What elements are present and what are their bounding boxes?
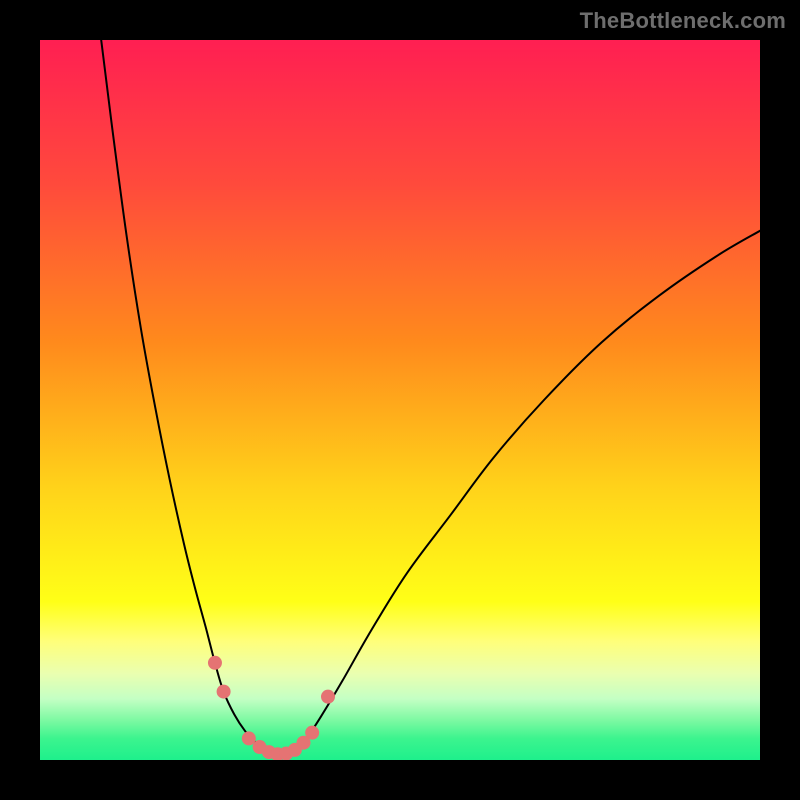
left-marker-lower: [217, 685, 231, 699]
series-left-curve: [101, 40, 267, 751]
right-marker-upper: [321, 690, 335, 704]
series-right-curve: [296, 231, 760, 749]
plot-area: [40, 40, 760, 760]
chart-frame: TheBottleneck.com: [0, 0, 800, 800]
floor-marker-8: [305, 726, 319, 740]
watermark-text: TheBottleneck.com: [580, 8, 786, 34]
left-marker-upper: [208, 656, 222, 670]
curves-layer: [40, 40, 760, 760]
